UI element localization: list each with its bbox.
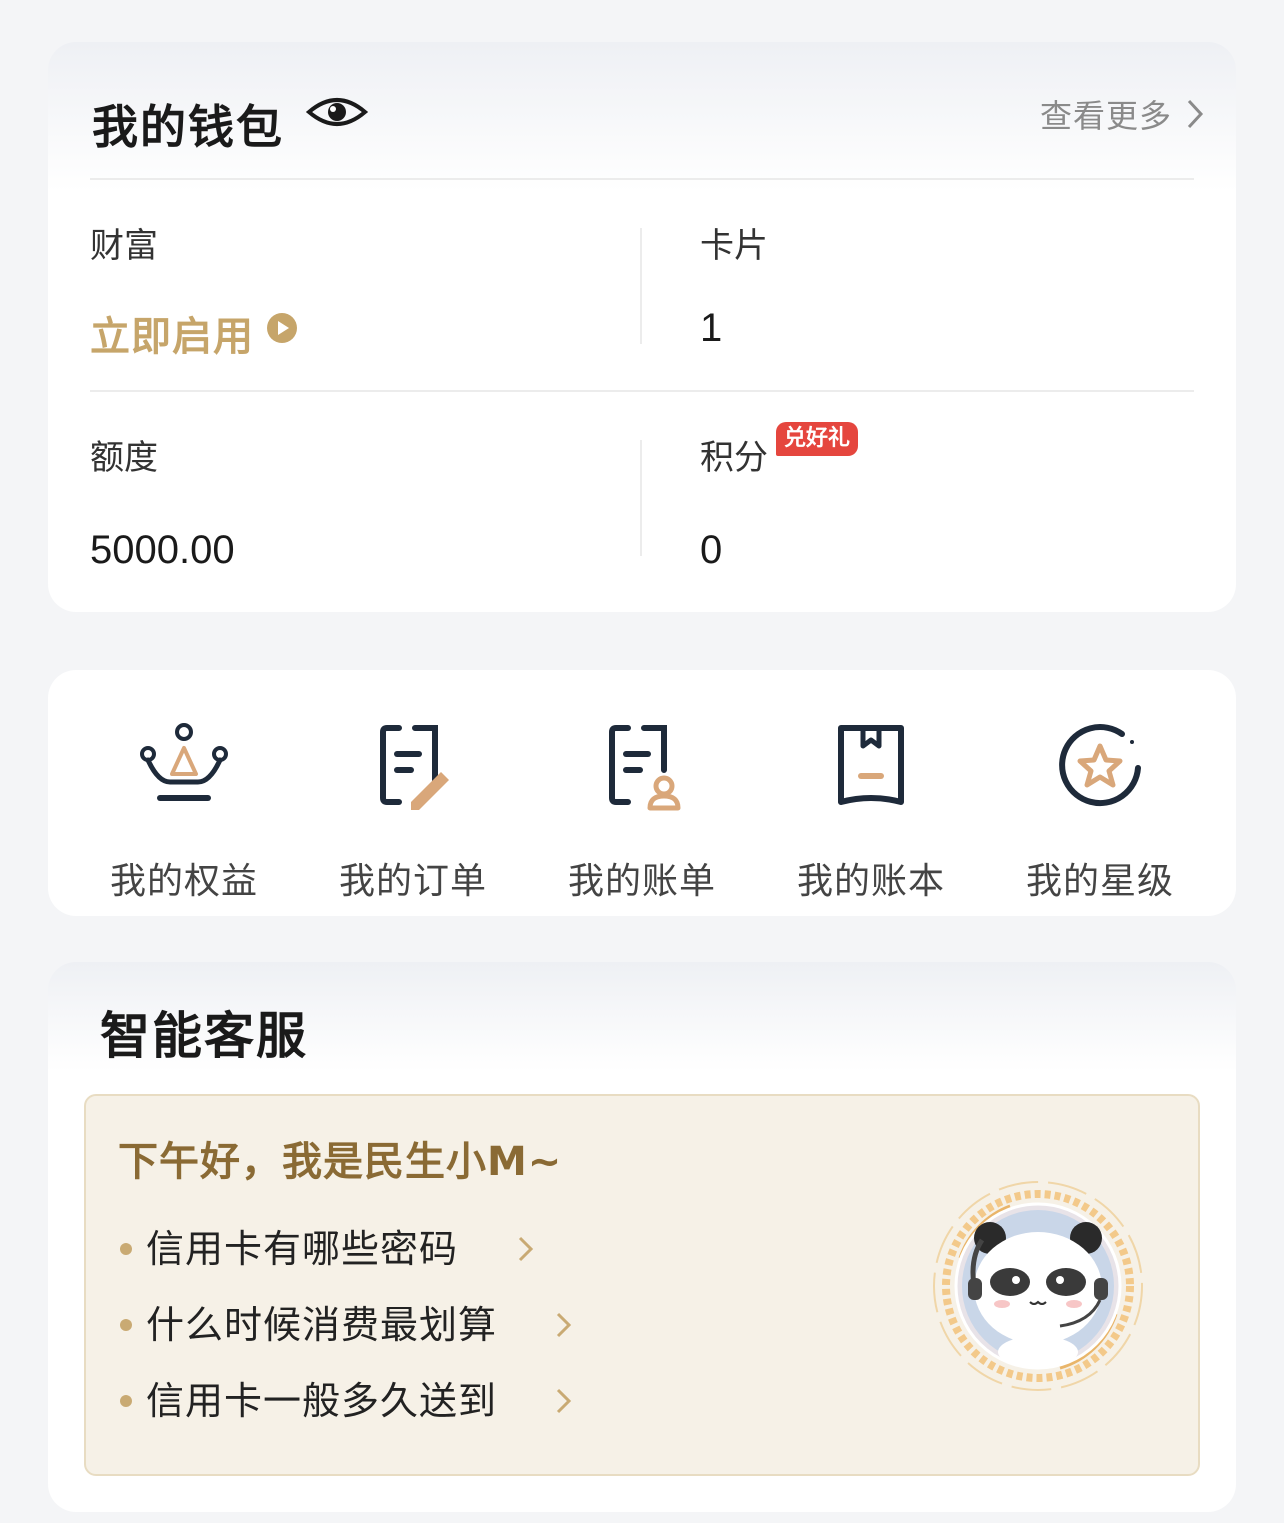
chevron-right-icon [556, 1312, 572, 1338]
service-title: 智能客服 [100, 1007, 308, 1065]
shortcuts-card: 我的权益 我的订单 我的账单 我的账本 我的星级 [48, 670, 1236, 916]
activate-wealth-link[interactable]: 立即启用 [90, 304, 254, 362]
chevron-right-icon [556, 1388, 572, 1414]
wallet-card: 我的钱包 查看更多 财富 立即启用 卡片 1 额度 5000.00 积分 兑好礼… [48, 42, 1236, 612]
play-circle-icon[interactable] [266, 312, 298, 344]
view-more-link[interactable]: 查看更多 [1040, 91, 1172, 137]
limit-value[interactable]: 5000.00 [90, 528, 235, 573]
divider [90, 390, 1194, 392]
chevron-right-icon[interactable] [1184, 98, 1206, 130]
shortcut-my-orders[interactable]: 我的订单 [313, 710, 513, 902]
shortcut-label: 我的星级 [1025, 861, 1174, 902]
cards-label: 卡片 [700, 226, 768, 266]
ledger-icon [838, 725, 904, 805]
smart-service-card: 智能客服 下午好，我是民生小M~ 信用卡有哪些密码 什么时候消费最划算 信用卡一… [48, 962, 1236, 1512]
shortcut-my-benefits[interactable]: 我的权益 [84, 710, 284, 902]
divider-vertical [640, 440, 642, 556]
bullet-dot [120, 1319, 132, 1331]
divider-vertical [640, 228, 642, 344]
question-text: 信用卡一般多久送到 [146, 1379, 498, 1423]
points-label: 积分 [700, 438, 768, 478]
wallet-title: 我的钱包 [92, 100, 284, 154]
eye-icon[interactable] [306, 92, 368, 132]
shortcut-label: 我的权益 [109, 861, 258, 902]
shortcut-my-ledger[interactable]: 我的账本 [771, 710, 971, 902]
crown-icon [140, 723, 228, 801]
bill-person-icon [609, 725, 681, 811]
question-text: 信用卡有哪些密码 [146, 1227, 459, 1271]
shortcut-label: 我的账单 [567, 861, 716, 902]
order-edit-icon [380, 725, 449, 810]
panda-mascot-avatar[interactable] [930, 1178, 1146, 1394]
cards-value[interactable]: 1 [700, 306, 722, 351]
star-level-icon [1059, 724, 1141, 807]
bullet-dot [120, 1243, 132, 1255]
shortcut-my-star-level[interactable]: 我的星级 [1000, 710, 1200, 902]
redeem-gift-badge[interactable]: 兑好礼 [776, 422, 859, 456]
greeting-text: 下午好，我是民生小M~ [118, 1139, 563, 1185]
chevron-right-icon [518, 1236, 534, 1262]
wealth-label: 财富 [90, 226, 158, 266]
shortcut-my-bills[interactable]: 我的账单 [542, 710, 742, 902]
divider [90, 178, 1194, 180]
question-text: 什么时候消费最划算 [146, 1303, 498, 1347]
shortcut-label: 我的订单 [338, 861, 487, 902]
service-panel: 下午好，我是民生小M~ 信用卡有哪些密码 什么时候消费最划算 信用卡一般多久送到 [84, 1094, 1200, 1476]
bullet-dot [120, 1395, 132, 1407]
shortcut-label: 我的账本 [796, 861, 945, 902]
limit-label: 额度 [90, 438, 158, 478]
points-value[interactable]: 0 [700, 528, 722, 573]
